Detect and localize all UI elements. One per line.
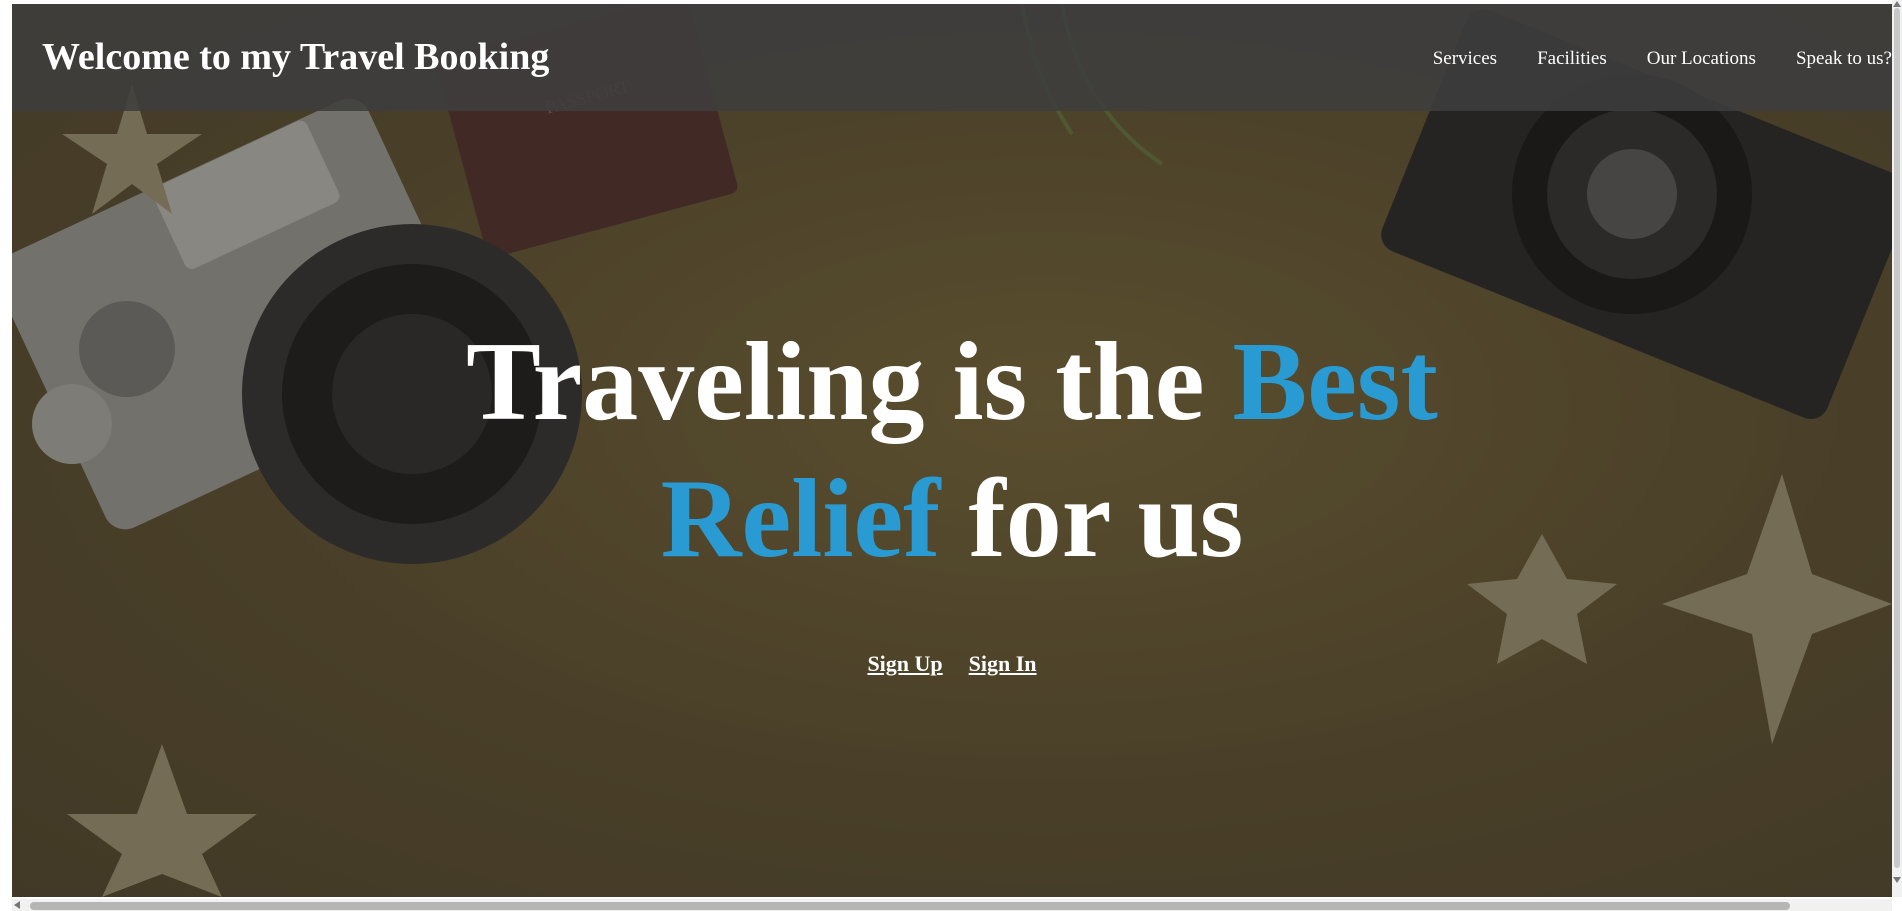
horizontal-scrollbar[interactable] xyxy=(12,899,1892,911)
vertical-scrollbar[interactable] xyxy=(1892,0,1902,897)
site-brand: Welcome to my Travel Booking xyxy=(42,36,550,78)
scroll-down-icon[interactable] xyxy=(1893,877,1901,883)
scroll-left-icon[interactable] xyxy=(14,901,20,909)
hero-heading: Traveling is the Best Relief for us xyxy=(402,314,1502,588)
hero-heading-accent-2: Relief xyxy=(660,457,941,581)
scroll-up-icon[interactable] xyxy=(1893,1,1901,7)
nav-link-speak-to-us[interactable]: Speak to us? xyxy=(1796,48,1892,70)
hero-heading-part-2: for us xyxy=(940,457,1244,581)
page-viewport: PASSPORT xyxy=(12,4,1892,897)
hero-actions: Sign Up Sign In xyxy=(12,651,1892,677)
nav-link-services[interactable]: Services xyxy=(1433,48,1497,70)
hero-heading-part-1: Traveling is the xyxy=(466,320,1233,444)
vertical-scroll-thumb[interactable] xyxy=(1894,8,1900,868)
hero-heading-accent-1: Best xyxy=(1232,320,1438,444)
nav-link-facilities[interactable]: Facilities xyxy=(1537,48,1607,70)
sign-up-link[interactable]: Sign Up xyxy=(867,651,942,676)
nav-links: Services Facilities Our Locations Speak … xyxy=(1433,48,1892,70)
sign-in-link[interactable]: Sign In xyxy=(969,651,1037,676)
hero-section: Traveling is the Best Relief for us xyxy=(12,314,1892,588)
horizontal-scroll-thumb[interactable] xyxy=(30,902,1790,910)
top-navbar: Welcome to my Travel Booking Services Fa… xyxy=(12,4,1892,111)
nav-link-our-locations[interactable]: Our Locations xyxy=(1647,48,1756,70)
